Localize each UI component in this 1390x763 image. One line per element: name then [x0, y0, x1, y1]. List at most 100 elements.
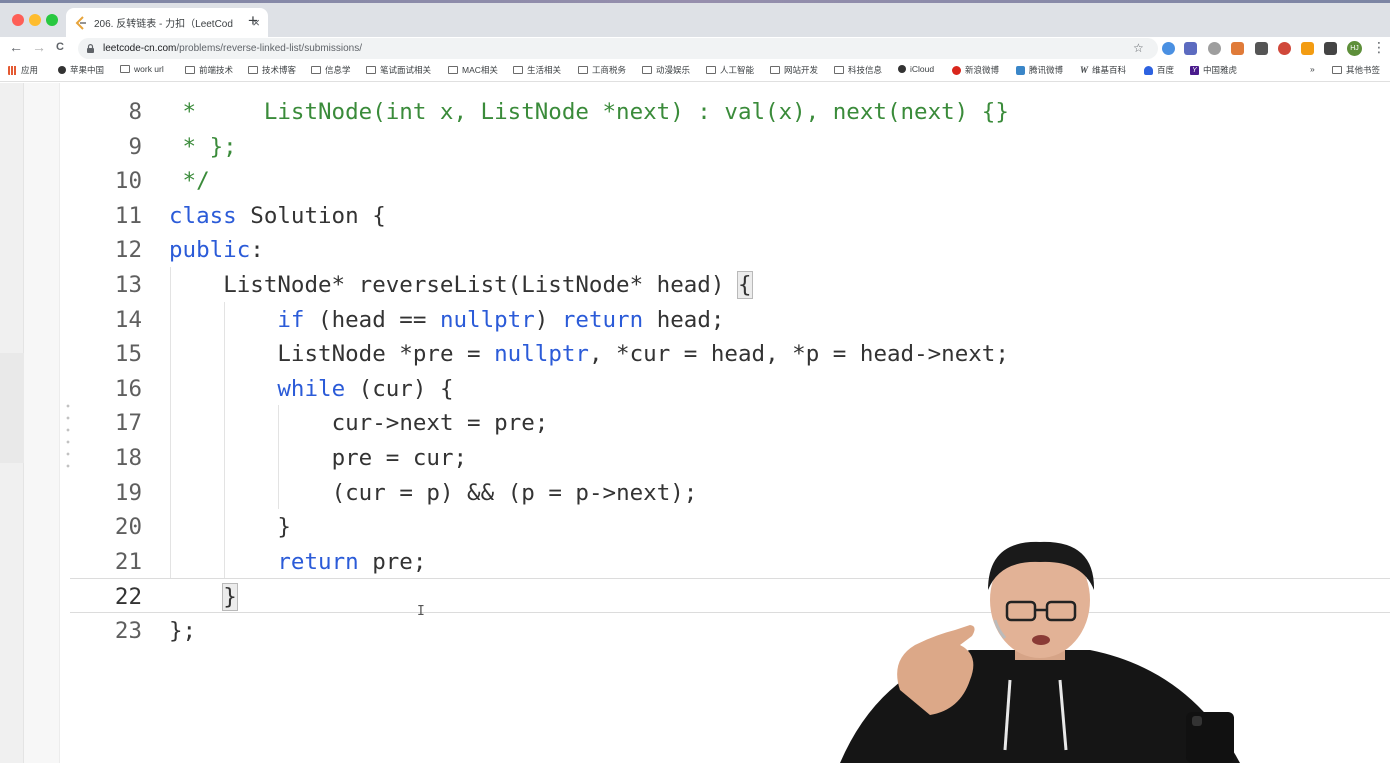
reload-button[interactable]: C — [56, 42, 64, 53]
code-line[interactable]: 16 while (cur) { — [70, 371, 1390, 406]
forward-button[interactable]: → — [32, 40, 46, 54]
bookmark-item[interactable]: W 维基百科 — [1080, 64, 1126, 76]
bookmark-folder[interactable]: 生活相关 — [513, 64, 561, 76]
code-token: ListNode *pre = — [277, 341, 495, 368]
other-bookmarks[interactable]: 其他书签 — [1332, 64, 1380, 76]
folder-icon — [366, 66, 376, 74]
code-line[interactable]: 9 * }; — [70, 129, 1390, 164]
tab-leetcode[interactable]: 206. 反转链表 - 力扣（LeetCod × — [66, 8, 268, 37]
code-text: */ — [169, 168, 210, 194]
code-token: : — [250, 237, 264, 264]
panel-section — [0, 353, 24, 463]
address-bar[interactable]: leetcode-cn.com/problems/reverse-linked-… — [78, 38, 1158, 59]
puzzle-extensions-icon[interactable] — [1324, 42, 1337, 55]
bookmark-item[interactable]: 苹果中国 — [58, 64, 104, 76]
line-number: 19 — [114, 479, 142, 506]
close-window-button[interactable] — [12, 14, 24, 26]
folder-icon — [248, 66, 258, 74]
bookmark-folder[interactable]: 科技信息 — [834, 64, 882, 76]
code-text: * ListNode(int x, ListNode *next) : val(… — [169, 99, 1009, 125]
code-token: pre = cur; — [331, 445, 468, 471]
code-token: pre; — [358, 548, 427, 575]
tencent-weibo-icon — [1016, 65, 1025, 75]
new-tab-button[interactable]: + — [248, 12, 258, 29]
line-number: 20 — [114, 514, 142, 541]
bookmark-item[interactable]: Y 中国雅虎 — [1190, 64, 1237, 76]
bookmark-folder[interactable]: 技术博客 — [248, 64, 296, 76]
code-text: } — [222, 583, 238, 612]
weibo-icon — [952, 65, 961, 75]
presenter-video — [840, 541, 1240, 763]
code-line[interactable]: 11 class Solution { — [70, 198, 1390, 233]
code-text: ListNode* reverseList(ListNode* head) { — [223, 271, 753, 299]
profile-avatar[interactable]: HJ — [1347, 41, 1362, 56]
extension-icon[interactable] — [1162, 42, 1175, 55]
bookmark-folder[interactable]: 人工智能 — [706, 64, 754, 76]
folder-icon — [448, 66, 458, 74]
code-line[interactable]: 13 ListNode* reverseList(ListNode* head) … — [70, 267, 1390, 302]
keyword-token: class — [169, 202, 237, 229]
bookmarks-overflow-button[interactable]: » — [1310, 64, 1315, 74]
bookmark-apps[interactable]: 应用 — [8, 64, 38, 76]
code-line[interactable]: 18 pre = cur; — [70, 440, 1390, 475]
bookmark-item[interactable]: 新浪微博 — [952, 64, 999, 76]
keyword-token: nullptr — [439, 306, 535, 333]
bookmark-folder[interactable]: MAC相关 — [448, 64, 498, 76]
comment-token: */ — [169, 168, 210, 195]
code-line[interactable]: 10 */ — [70, 163, 1390, 198]
left-panel — [0, 83, 60, 763]
bookmark-item[interactable]: 腾讯微博 — [1016, 64, 1063, 76]
apple-icon — [898, 65, 906, 73]
extension-icon[interactable] — [1278, 42, 1291, 55]
code-text: public: — [169, 237, 264, 263]
code-line[interactable]: 14 if (head == nullptr) return head; — [70, 302, 1390, 337]
bookmark-folder[interactable]: 前端技术 — [185, 64, 233, 76]
bookmark-item[interactable]: 百度 — [1144, 64, 1174, 76]
bookmark-folder[interactable]: 工商税务 — [578, 64, 626, 76]
folder-icon — [706, 66, 716, 74]
code-token: }; — [169, 618, 197, 644]
keyword-token: if — [277, 306, 305, 333]
extension-icon[interactable] — [1231, 42, 1244, 55]
line-number: 18 — [114, 445, 142, 471]
keyword-token: nullptr — [494, 341, 589, 368]
back-button[interactable]: ← — [9, 40, 23, 54]
code-token: (cur) { — [345, 375, 454, 402]
line-number: 12 — [114, 237, 142, 264]
code-line[interactable]: 12 public: — [70, 232, 1390, 267]
keyword-token: public — [169, 237, 251, 264]
leetcode-favicon-icon — [74, 15, 88, 30]
browser-toolbar: ← → C leetcode-cn.com/problems/reverse-l… — [0, 37, 1390, 60]
extension-icon[interactable] — [1301, 42, 1314, 55]
maximize-window-button[interactable] — [46, 14, 58, 26]
browser-menu-icon[interactable]: ⋮ — [1372, 40, 1386, 54]
code-text: }; — [169, 618, 196, 644]
bookmark-folder[interactable]: 笔试面试相关 — [366, 64, 431, 76]
yahoo-icon: Y — [1190, 65, 1199, 75]
code-text: } — [277, 514, 291, 540]
lock-icon — [87, 44, 94, 53]
folder-icon — [642, 66, 652, 74]
bookmark-folder[interactable]: 动漫娱乐 — [642, 64, 690, 76]
folder-icon — [1332, 66, 1342, 74]
bookmark-folder[interactable]: 信息学 — [311, 64, 351, 76]
bookmark-folder[interactable]: 网站开发 — [770, 64, 818, 76]
code-line[interactable]: 15 ListNode *pre = nullptr, *cur = head, … — [70, 336, 1390, 371]
code-line[interactable]: 19 (cur = p) && (p = p->next); — [70, 475, 1390, 510]
code-text: * }; — [169, 134, 237, 160]
code-token: ListNode* reverseList(ListNode* head) — [223, 272, 738, 298]
bookmark-item[interactable]: iCloud — [898, 64, 934, 74]
matched-bracket: } — [222, 583, 238, 612]
bookmark-folder[interactable]: work url — [120, 64, 164, 74]
code-line[interactable]: 17 cur->next = pre; — [70, 405, 1390, 440]
keyword-token: return — [277, 548, 359, 575]
extension-icon[interactable] — [1255, 42, 1268, 55]
minimize-window-button[interactable] — [29, 14, 41, 26]
bookmark-star-icon[interactable]: ☆ — [1133, 41, 1144, 55]
code-text: class Solution { — [169, 203, 386, 229]
baidu-icon — [1144, 65, 1153, 75]
line-number: 15 — [114, 341, 142, 368]
extension-icon[interactable] — [1184, 42, 1197, 55]
extension-icon[interactable] — [1208, 42, 1221, 55]
code-line[interactable]: 8 * ListNode(int x, ListNode *next) : va… — [70, 94, 1390, 129]
